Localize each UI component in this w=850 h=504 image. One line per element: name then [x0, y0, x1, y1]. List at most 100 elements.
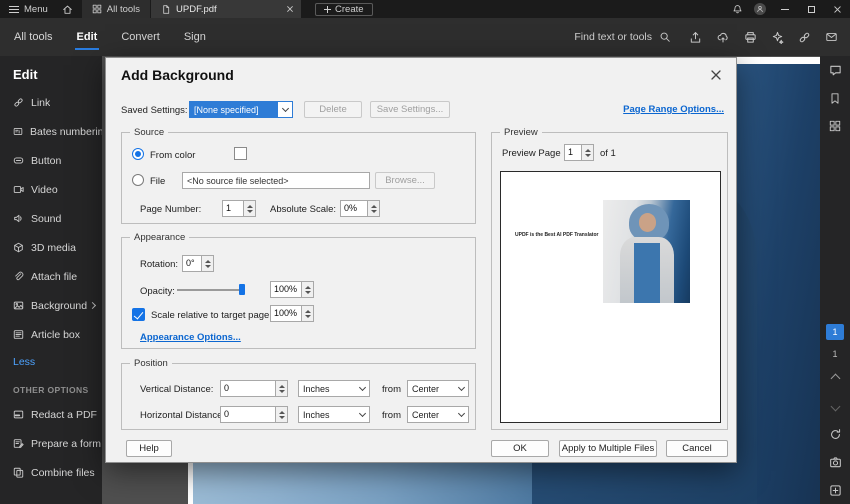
bookmark-icon: [831, 92, 839, 104]
cloud-upload-icon[interactable]: [716, 31, 730, 44]
vertical-unit-select[interactable]: Inches: [298, 380, 370, 397]
sidebar-item-button[interactable]: Button: [0, 146, 102, 175]
rotation-value[interactable]: 0°: [183, 256, 201, 271]
page-range-options-link[interactable]: Page Range Options...: [623, 104, 724, 115]
maximize-button[interactable]: [798, 0, 824, 18]
slider-thumb[interactable]: [239, 284, 245, 295]
opacity-label: Opacity:: [140, 286, 175, 297]
toolbar-tab-edit[interactable]: Edit: [74, 31, 100, 50]
sidebar-item-3d-media[interactable]: 3D media: [0, 233, 102, 262]
delete-button[interactable]: Delete: [304, 101, 362, 118]
bookmarks-panel-button[interactable]: [820, 84, 850, 112]
rotation-spinner[interactable]: 0°: [182, 255, 214, 272]
spinner-arrows[interactable]: [581, 145, 593, 160]
save-settings-button[interactable]: Save Settings...: [370, 101, 450, 118]
titlebar: Menu All tools UPDF.pdf Create: [0, 0, 850, 18]
source-file-field[interactable]: <No source file selected>: [182, 172, 370, 189]
browse-button[interactable]: Browse...: [375, 172, 435, 189]
sidebar-item-bates-numbering[interactable]: Bates numbering: [0, 117, 102, 146]
spinner-arrows[interactable]: [301, 306, 313, 321]
horizontal-distance-spinner[interactable]: 0: [220, 406, 288, 423]
ok-button[interactable]: OK: [491, 440, 549, 457]
home-button[interactable]: [57, 0, 79, 18]
page-number-spinner[interactable]: 1: [222, 200, 256, 217]
sidebar-item-combine-files[interactable]: Combine files: [0, 458, 102, 487]
cancel-button[interactable]: Cancel: [666, 440, 728, 457]
current-page-badge[interactable]: 1: [826, 324, 844, 340]
sidebar-item-article-box[interactable]: Article box: [0, 320, 102, 349]
more-tools-button[interactable]: [820, 476, 850, 504]
sidebar-item-background[interactable]: Background: [0, 291, 102, 320]
less-link[interactable]: Less: [0, 349, 102, 368]
preview-page-spinner[interactable]: 1: [564, 144, 594, 161]
absolute-scale-value[interactable]: 0%: [341, 201, 367, 216]
dialog-close-button[interactable]: [708, 67, 724, 83]
toolbar-tab-all-tools[interactable]: All tools: [14, 31, 53, 43]
sidebar-item-link[interactable]: Link: [0, 88, 102, 117]
color-swatch[interactable]: [234, 147, 247, 160]
spinner-arrows[interactable]: [301, 282, 313, 297]
appearance-options-link[interactable]: Appearance Options...: [140, 332, 241, 343]
sidebar-item-video[interactable]: Video: [0, 175, 102, 204]
opacity-value[interactable]: 100%: [271, 282, 301, 297]
minimize-button[interactable]: [772, 0, 798, 18]
snapshot-button[interactable]: [820, 448, 850, 476]
email-icon[interactable]: [825, 31, 838, 43]
spinner-arrows[interactable]: [275, 381, 287, 396]
from-color-radio[interactable]: [132, 148, 144, 160]
main-toolbar: All tools Edit Convert Sign Find text or…: [0, 18, 850, 56]
sidebar-item-redact-pdf[interactable]: Redact a PDF: [0, 400, 102, 429]
next-page-button[interactable]: [820, 392, 850, 420]
close-icon: [287, 6, 293, 12]
apply-multiple-files-button[interactable]: Apply to Multiple Files: [559, 440, 657, 457]
preview-page-value[interactable]: 1: [565, 145, 581, 160]
saved-settings-select[interactable]: [None specified]: [189, 101, 293, 118]
scale-relative-spinner[interactable]: 100%: [270, 305, 314, 322]
notifications-button[interactable]: [726, 0, 748, 18]
vertical-distance-value[interactable]: 0: [221, 381, 275, 396]
menu-button[interactable]: Menu: [0, 0, 57, 18]
comments-panel-button[interactable]: [820, 56, 850, 84]
file-radio[interactable]: [132, 174, 144, 186]
opacity-spinner[interactable]: 100%: [270, 281, 314, 298]
account-avatar[interactable]: [754, 3, 766, 15]
vertical-distance-spinner[interactable]: 0: [220, 380, 288, 397]
tab-all-tools[interactable]: All tools: [81, 0, 151, 18]
sidebar-item-prepare-form[interactable]: Prepare a form: [0, 429, 102, 458]
search-box[interactable]: Find text or tools: [574, 31, 671, 43]
horizontal-unit-select[interactable]: Inches: [298, 406, 370, 423]
page-number-value[interactable]: 1: [223, 201, 243, 216]
sidebar-item-attach-file[interactable]: Attach file: [0, 262, 102, 291]
help-button[interactable]: Help: [126, 440, 172, 457]
export-icon[interactable]: [689, 31, 702, 44]
spinner-arrows[interactable]: [201, 256, 213, 271]
spinner-arrows[interactable]: [275, 407, 287, 422]
print-icon[interactable]: [744, 31, 757, 44]
titlebar-left: Menu All tools UPDF.pdf Create: [0, 0, 373, 18]
sidebar-item-label: Button: [31, 154, 62, 167]
link-icon: [14, 98, 23, 107]
thumbnails-panel-button[interactable]: [820, 112, 850, 140]
toolbar-tab-sign[interactable]: Sign: [184, 31, 206, 43]
sidebar-item-sound[interactable]: Sound: [0, 204, 102, 233]
tab-document[interactable]: UPDF.pdf: [151, 0, 302, 18]
scale-relative-checkbox[interactable]: [132, 308, 145, 321]
ai-assistant-icon[interactable]: [771, 31, 784, 44]
create-button[interactable]: Create: [315, 2, 373, 16]
opacity-slider[interactable]: [177, 283, 245, 296]
close-window-button[interactable]: [824, 0, 850, 18]
toolbar-tab-convert[interactable]: Convert: [121, 31, 160, 43]
vertical-anchor-select[interactable]: Center: [407, 380, 469, 397]
absolute-scale-spinner[interactable]: 0%: [340, 200, 380, 217]
spinner-arrows[interactable]: [367, 201, 379, 216]
sidebar-item-label: Bates numbering: [29, 125, 102, 138]
spinner-arrows[interactable]: [243, 201, 255, 216]
horizontal-anchor-select[interactable]: Center: [407, 406, 469, 423]
tab-close-button[interactable]: [284, 3, 296, 15]
rotate-page-button[interactable]: [820, 420, 850, 448]
link-icon[interactable]: [798, 31, 811, 44]
horizontal-distance-value[interactable]: 0: [221, 407, 275, 422]
sound-icon: [14, 214, 22, 223]
scale-relative-value[interactable]: 100%: [271, 306, 301, 321]
previous-page-button[interactable]: [820, 364, 850, 392]
